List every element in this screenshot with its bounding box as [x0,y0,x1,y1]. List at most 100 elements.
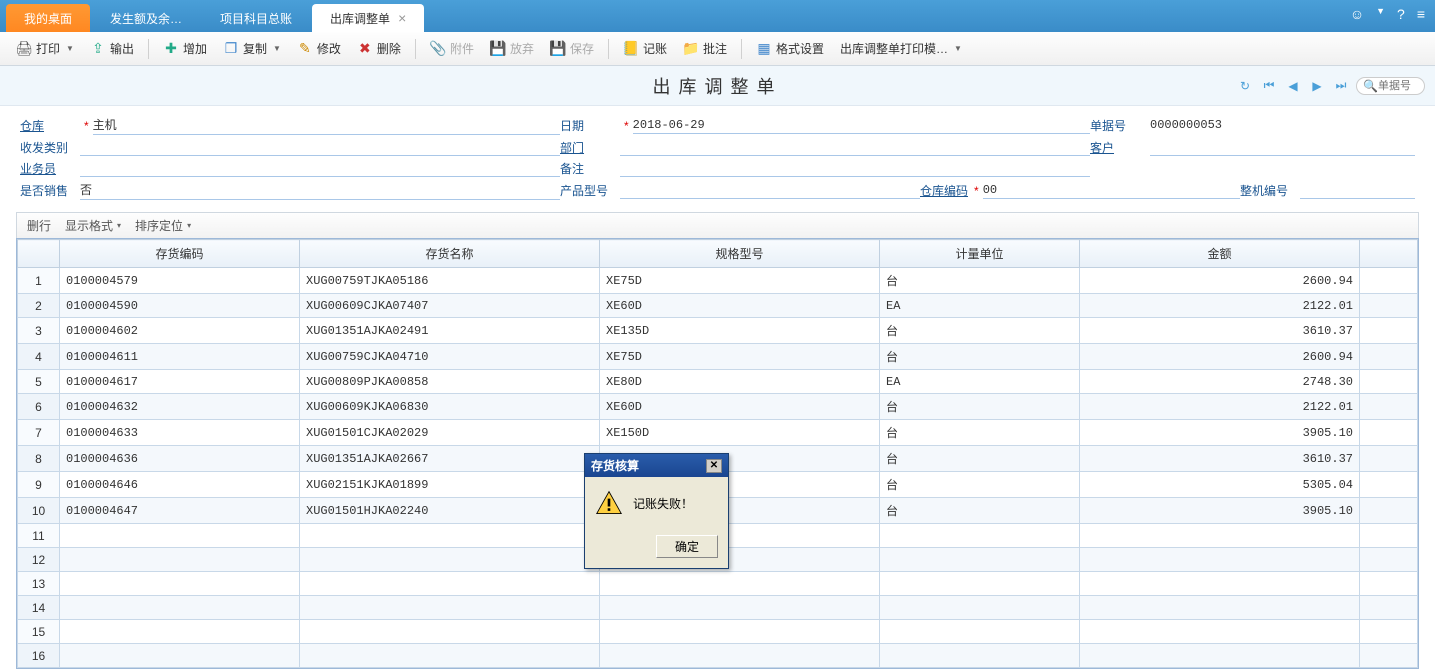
cell-extra[interactable] [1360,472,1418,498]
batch-button[interactable]: 📁批注 [677,37,733,60]
cell-code[interactable] [60,620,300,644]
cell-spec[interactable]: XE60D [600,394,880,420]
date-value[interactable]: 2018-06-29 [633,118,1090,134]
cell-name[interactable]: XUG00759TJKA05186 [300,268,600,294]
cell-extra[interactable] [1360,524,1418,548]
dept-label[interactable]: 部门 [560,139,620,156]
cell-code[interactable]: 0100004617 [60,370,300,394]
cell-spec[interactable] [600,572,880,596]
cell-amount[interactable] [1080,572,1360,596]
cell-amount[interactable]: 5305.04 [1080,472,1360,498]
cell-unit[interactable]: 台 [880,472,1080,498]
cell-code[interactable] [60,596,300,620]
table-row[interactable]: 15 [18,620,1418,644]
cell-spec[interactable] [600,620,880,644]
cell-unit[interactable] [880,644,1080,668]
cell-name[interactable]: XUG00809PJKA00858 [300,370,600,394]
cell-name[interactable]: XUG01501HJKA02240 [300,498,600,524]
edit-button[interactable]: ✎修改 [291,37,347,60]
cell-extra[interactable] [1360,344,1418,370]
cell-extra[interactable] [1360,620,1418,644]
iotype-value[interactable] [80,140,560,156]
tab-desktop[interactable]: 我的桌面 [6,4,90,32]
table-row[interactable]: 70100004633XUG01501CJKA02029XE150D台3905.… [18,420,1418,446]
cell-code[interactable] [60,572,300,596]
operator-label[interactable]: 业务员 [20,160,80,177]
first-icon[interactable]: ⏮ [1260,77,1278,95]
cell-name[interactable]: XUG02151KJKA01899 [300,472,600,498]
tab-balance[interactable]: 发生额及余… [92,4,200,32]
col-rownum[interactable] [18,240,60,268]
cell-amount[interactable]: 3610.37 [1080,446,1360,472]
table-row[interactable]: 50100004617XUG00809PJKA00858XE80DEA2748.… [18,370,1418,394]
cell-amount[interactable]: 2122.01 [1080,394,1360,420]
cell-code[interactable]: 0100004636 [60,446,300,472]
cell-name[interactable] [300,620,600,644]
delete-button[interactable]: ✖删除 [351,37,407,60]
cell-name[interactable] [300,524,600,548]
cell-code[interactable] [60,548,300,572]
cell-extra[interactable] [1360,318,1418,344]
cell-unit[interactable]: EA [880,294,1080,318]
whcode-value[interactable]: 00 [983,183,1240,199]
cell-amount[interactable]: 3905.10 [1080,498,1360,524]
col-unit[interactable]: 计量单位 [880,240,1080,268]
col-extra[interactable] [1360,240,1418,268]
sort-button[interactable]: 排序定位▾ [135,217,191,234]
table-row[interactable]: 40100004611XUG00759CJKA04710XE75D台2600.9… [18,344,1418,370]
delrow-button[interactable]: 删行 [27,217,51,234]
cell-extra[interactable] [1360,420,1418,446]
machine-value[interactable] [1300,183,1415,199]
prev-icon[interactable]: ◀ [1284,77,1302,95]
cell-name[interactable]: XUG00609CJKA07407 [300,294,600,318]
export-button[interactable]: ⇪输出 [84,37,140,60]
cell-code[interactable]: 0100004647 [60,498,300,524]
customer-label[interactable]: 客户 [1090,139,1150,156]
cell-amount[interactable]: 3905.10 [1080,420,1360,446]
cell-name[interactable] [300,572,600,596]
cell-code[interactable]: 0100004602 [60,318,300,344]
cell-spec[interactable]: XE75D [600,344,880,370]
cell-unit[interactable] [880,572,1080,596]
cell-unit[interactable] [880,620,1080,644]
format-button[interactable]: ▦格式设置 [750,37,830,60]
cell-spec[interactable]: XE150D [600,420,880,446]
add-button[interactable]: ✚增加 [157,37,213,60]
cell-spec[interactable] [600,596,880,620]
cell-amount[interactable]: 3610.37 [1080,318,1360,344]
cell-code[interactable]: 0100004632 [60,394,300,420]
warehouse-value[interactable]: 主机 [93,116,560,135]
search-box[interactable]: 🔍 [1356,77,1425,95]
cell-spec[interactable]: XE80D [600,370,880,394]
col-spec[interactable]: 规格型号 [600,240,880,268]
cell-amount[interactable] [1080,620,1360,644]
whcode-label[interactable]: 仓库编码 [920,182,968,199]
dropdown-icon[interactable]: ▼ [1376,6,1385,22]
cell-extra[interactable] [1360,294,1418,318]
cell-extra[interactable] [1360,446,1418,472]
cell-name[interactable]: XUG01351AJKA02667 [300,446,600,472]
next-icon[interactable]: ▶ [1308,77,1326,95]
col-amount[interactable]: 金额 [1080,240,1360,268]
search-input[interactable] [1378,80,1418,92]
cell-spec[interactable]: XE75D [600,268,880,294]
cell-name[interactable] [300,644,600,668]
cell-code[interactable] [60,524,300,548]
print-button[interactable]: 🖨打印▼ [10,37,80,60]
cell-amount[interactable] [1080,596,1360,620]
cell-extra[interactable] [1360,596,1418,620]
last-icon[interactable]: ⏭ [1332,77,1350,95]
table-row[interactable]: 10100004579XUG00759TJKA05186XE75D台2600.9… [18,268,1418,294]
cell-amount[interactable] [1080,548,1360,572]
cell-unit[interactable]: EA [880,370,1080,394]
table-row[interactable]: 60100004632XUG00609KJKA06830XE60D台2122.0… [18,394,1418,420]
cell-code[interactable]: 0100004579 [60,268,300,294]
cell-name[interactable] [300,548,600,572]
cell-unit[interactable]: 台 [880,446,1080,472]
remark-value[interactable] [620,161,1090,177]
table-row[interactable]: 16 [18,644,1418,668]
smile-icon[interactable]: ☺ [1350,6,1364,22]
cell-unit[interactable]: 台 [880,318,1080,344]
col-name[interactable]: 存货名称 [300,240,600,268]
cell-code[interactable]: 0100004611 [60,344,300,370]
